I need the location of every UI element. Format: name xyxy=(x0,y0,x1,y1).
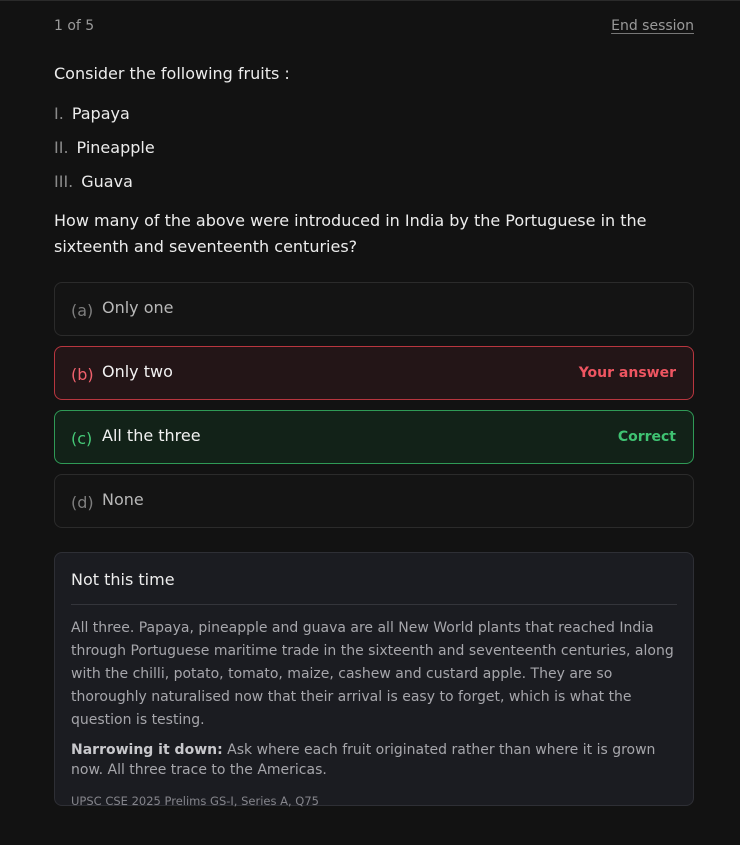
correct-badge: Correct xyxy=(617,429,676,445)
top-bar: 1 of 5 End session xyxy=(54,1,694,53)
narrowing-hint-lead: Narrowing it down: xyxy=(71,742,223,758)
option-text: None xyxy=(102,489,144,509)
list-item-label: Papaya xyxy=(71,104,130,123)
list-item-number: III. xyxy=(54,172,74,191)
option-letter: (d) xyxy=(71,492,94,512)
feedback-title: Not this time xyxy=(71,569,677,605)
list-item-number: II. xyxy=(54,138,69,157)
statement-list: I. Papaya II. Pineapple III. Guava xyxy=(54,103,694,205)
question-prompt: How many of the above were introduced in… xyxy=(54,211,647,256)
question-source: UPSC CSE 2025 Prelims GS-I, Series A, Q7… xyxy=(71,794,319,808)
list-item: II. Pineapple xyxy=(54,137,694,171)
answer-options: (a) Only one (b) Only two Your answer (c… xyxy=(54,282,694,528)
feedback-panel: Not this time All three. Papaya, pineapp… xyxy=(54,552,694,808)
your-answer-badge: Your answer xyxy=(578,365,676,381)
list-item: I. Papaya xyxy=(54,103,694,137)
option-d[interactable]: (d) None xyxy=(54,474,694,528)
list-item-label: Guava xyxy=(81,172,133,191)
question-intro: Consider the following fruits : xyxy=(54,64,290,83)
feedback-explanation: All three. Papaya, pineapple and guava a… xyxy=(71,620,674,728)
option-letter: (a) xyxy=(71,300,94,320)
list-item-number: I. xyxy=(54,104,64,123)
option-text: All the three xyxy=(102,425,201,445)
option-c[interactable]: (c) All the three Correct xyxy=(54,410,694,464)
option-letter: (b) xyxy=(71,364,94,384)
option-letter: (c) xyxy=(71,428,93,448)
option-a[interactable]: (a) Only one xyxy=(54,282,694,336)
end-session-link[interactable]: End session xyxy=(611,18,694,34)
list-item: III. Guava xyxy=(54,171,694,205)
narrowing-hint: Narrowing it down: Ask where each fruit … xyxy=(71,740,677,780)
quiz-container: 1 of 5 End session Consider the followin… xyxy=(54,1,694,808)
option-text: Only two xyxy=(102,361,173,381)
question-counter: 1 of 5 xyxy=(54,18,95,34)
option-b[interactable]: (b) Only two Your answer xyxy=(54,346,694,400)
list-item-label: Pineapple xyxy=(76,138,155,157)
option-text: Only one xyxy=(102,297,174,317)
